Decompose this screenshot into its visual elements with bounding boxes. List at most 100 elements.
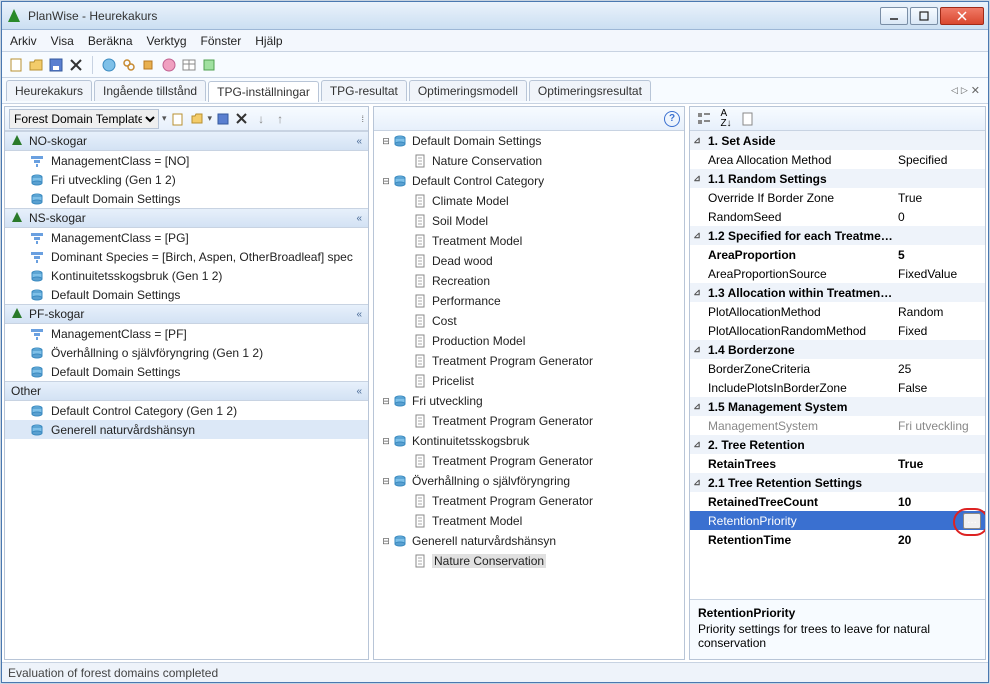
- tab-5[interactable]: Optimeringsresultat: [529, 80, 651, 101]
- twisty-icon[interactable]: ⊟: [380, 476, 392, 487]
- tab-0[interactable]: Heurekakurs: [6, 80, 92, 101]
- expand-icon[interactable]: ⊿: [690, 135, 704, 146]
- property-value[interactable]: True: [894, 191, 985, 205]
- tree-node[interactable]: Pricelist: [374, 371, 684, 391]
- tree-node[interactable]: ⊟Default Domain Settings: [374, 131, 684, 151]
- domain-item[interactable]: Överhållning o självföryngring (Gen 1 2): [5, 343, 368, 362]
- collapse-icon[interactable]: «: [356, 213, 362, 224]
- property-pages-icon[interactable]: [740, 111, 756, 127]
- table-icon[interactable]: [181, 57, 197, 73]
- export-icon[interactable]: [201, 57, 217, 73]
- tree-node[interactable]: Soil Model: [374, 211, 684, 231]
- tree-node[interactable]: Treatment Program Generator: [374, 351, 684, 371]
- collapse-icon[interactable]: «: [356, 309, 362, 320]
- save-template-icon[interactable]: [215, 111, 231, 127]
- domain-item[interactable]: Kontinuitetsskogsbruk (Gen 1 2): [5, 266, 368, 285]
- tree-node[interactable]: Nature Conservation: [374, 551, 684, 571]
- menu-beräkna[interactable]: Beräkna: [88, 34, 133, 48]
- group-header[interactable]: Other«: [5, 381, 368, 401]
- menu-hjälp[interactable]: Hjälp: [255, 34, 282, 48]
- expand-icon[interactable]: ⊿: [690, 230, 704, 241]
- menu-visa[interactable]: Visa: [51, 34, 74, 48]
- maximize-button[interactable]: [910, 7, 938, 25]
- help-icon[interactable]: ?: [664, 111, 680, 127]
- domain-item[interactable]: Default Control Category (Gen 1 2): [5, 401, 368, 420]
- property-row[interactable]: Area Allocation MethodSpecified: [690, 150, 985, 169]
- expand-icon[interactable]: ⊿: [690, 344, 704, 355]
- tree-node[interactable]: Dead wood: [374, 251, 684, 271]
- collapse-icon[interactable]: «: [356, 136, 362, 147]
- property-value[interactable]: 0: [894, 210, 985, 224]
- property-section[interactable]: ⊿1.1 Random Settings: [690, 169, 985, 188]
- tree-node[interactable]: Cost: [374, 311, 684, 331]
- property-section[interactable]: ⊿1.4 Borderzone: [690, 340, 985, 359]
- property-section[interactable]: ⊿1.2 Specified for each Treatment Unit: [690, 226, 985, 245]
- group-header[interactable]: NS-skogar«: [5, 208, 368, 228]
- tree-node[interactable]: ⊟Default Control Category: [374, 171, 684, 191]
- tree-node[interactable]: ⊟Fri utveckling: [374, 391, 684, 411]
- categorize-icon[interactable]: [696, 111, 712, 127]
- panel-menu-icon[interactable]: ⁞: [361, 114, 364, 124]
- domain-item[interactable]: ManagementClass = [NO]: [5, 151, 368, 170]
- property-row[interactable]: RandomSeed0: [690, 207, 985, 226]
- twisty-icon[interactable]: ⊟: [380, 176, 392, 187]
- move-up-icon[interactable]: ↑: [272, 111, 288, 127]
- domain-item[interactable]: Default Domain Settings: [5, 189, 368, 208]
- property-row[interactable]: ManagementSystemFri utveckling: [690, 416, 985, 435]
- property-value[interactable]: FixedValue: [894, 267, 985, 281]
- twisty-icon[interactable]: ⊟: [380, 136, 392, 147]
- close-button[interactable]: [940, 7, 984, 25]
- tree-node[interactable]: Climate Model: [374, 191, 684, 211]
- minimize-button[interactable]: [880, 7, 908, 25]
- property-section[interactable]: ⊿1.5 Management System: [690, 397, 985, 416]
- property-row[interactable]: AreaProportion5: [690, 245, 985, 264]
- property-row[interactable]: RetainTreesTrue: [690, 454, 985, 473]
- property-value[interactable]: Specified: [894, 153, 985, 167]
- tab-next-icon[interactable]: ▷: [961, 85, 968, 96]
- property-section[interactable]: ⊿2.1 Tree Retention Settings: [690, 473, 985, 492]
- expand-icon[interactable]: ⊿: [690, 401, 704, 412]
- domain-item[interactable]: ManagementClass = [PG]: [5, 228, 368, 247]
- new-template-icon[interactable]: [170, 111, 186, 127]
- property-section[interactable]: ⊿2. Tree Retention: [690, 435, 985, 454]
- property-value[interactable]: 25: [894, 362, 985, 376]
- palette-icon[interactable]: [161, 57, 177, 73]
- property-row[interactable]: PlotAllocationMethodRandom: [690, 302, 985, 321]
- expand-icon[interactable]: ⊿: [690, 287, 704, 298]
- property-value[interactable]: 5: [894, 248, 985, 262]
- expand-icon[interactable]: ⊿: [690, 173, 704, 184]
- group-header[interactable]: PF-skogar«: [5, 304, 368, 324]
- tree-node[interactable]: Performance: [374, 291, 684, 311]
- domain-item[interactable]: ManagementClass = [PF]: [5, 324, 368, 343]
- link-icon[interactable]: [121, 57, 137, 73]
- tree-node[interactable]: Treatment Program Generator: [374, 411, 684, 431]
- property-row[interactable]: RetentionTime20: [690, 530, 985, 549]
- domain-item[interactable]: Default Domain Settings: [5, 362, 368, 381]
- property-value[interactable]: 20: [894, 533, 985, 547]
- tree-node[interactable]: Nature Conservation: [374, 151, 684, 171]
- move-down-icon[interactable]: ↓: [253, 111, 269, 127]
- property-value[interactable]: False: [894, 381, 985, 395]
- tree-node[interactable]: Treatment Program Generator: [374, 491, 684, 511]
- twisty-icon[interactable]: ⊟: [380, 436, 392, 447]
- tree-node[interactable]: ⊟Överhållning o självföryngring: [374, 471, 684, 491]
- property-value[interactable]: True: [894, 457, 985, 471]
- property-row[interactable]: RetentionPriority…: [690, 511, 985, 530]
- tree-node[interactable]: Production Model: [374, 331, 684, 351]
- tree-node[interactable]: Treatment Program Generator: [374, 451, 684, 471]
- open-template-icon[interactable]: [189, 111, 205, 127]
- property-section[interactable]: ⊿1.3 Allocation within Treatment Unit: [690, 283, 985, 302]
- property-row[interactable]: PlotAllocationRandomMethodFixed: [690, 321, 985, 340]
- sort-az-icon[interactable]: AZ↓: [718, 111, 734, 127]
- domain-item[interactable]: Default Domain Settings: [5, 285, 368, 304]
- twisty-icon[interactable]: ⊟: [380, 396, 392, 407]
- group-header[interactable]: NO-skogar«: [5, 131, 368, 151]
- tree-node[interactable]: ⊟Generell naturvårdshänsyn: [374, 531, 684, 551]
- tab-2[interactable]: TPG-inställningar: [208, 81, 319, 102]
- twisty-icon[interactable]: ⊟: [380, 536, 392, 547]
- delete-icon[interactable]: [68, 57, 84, 73]
- menu-fönster[interactable]: Fönster: [201, 34, 242, 48]
- property-row[interactable]: RetainedTreeCount10: [690, 492, 985, 511]
- property-section[interactable]: ⊿1. Set Aside: [690, 131, 985, 150]
- expand-icon[interactable]: ⊿: [690, 439, 704, 450]
